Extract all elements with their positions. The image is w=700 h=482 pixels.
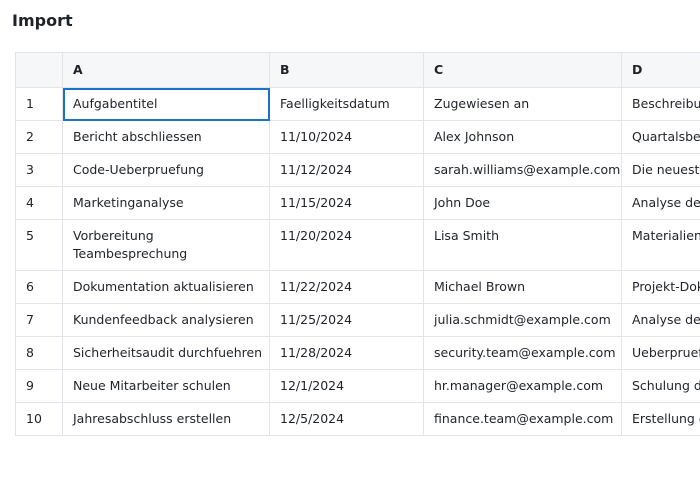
cell[interactable]: Kundenfeedback analysieren (63, 304, 270, 337)
cell[interactable]: 11/25/2024 (270, 304, 424, 337)
table-row: 8 Sicherheitsaudit durchfuehren 11/28/20… (16, 337, 700, 370)
cell[interactable]: Projekt-Dok (622, 271, 700, 304)
cell[interactable]: Dokumentation aktualisieren (63, 271, 270, 304)
cell[interactable]: 12/5/2024 (270, 403, 424, 436)
cell[interactable]: Erstellung d (622, 403, 700, 436)
row-number[interactable]: 3 (16, 154, 63, 187)
table-row: 6 Dokumentation aktualisieren 11/22/2024… (16, 271, 700, 304)
cell[interactable]: Jahresabschluss erstellen (63, 403, 270, 436)
cell[interactable]: hr.manager@example.com (424, 370, 622, 403)
corner-cell[interactable] (16, 53, 63, 88)
column-header-row: A B C D (16, 53, 700, 88)
cell[interactable]: Schulung d (622, 370, 700, 403)
cell[interactable]: Beschreibung (622, 88, 700, 121)
row-number[interactable]: 8 (16, 337, 63, 370)
cell[interactable]: Analyse der (622, 187, 700, 220)
cell[interactable]: Analyse der Produkten. (622, 304, 700, 337)
cell[interactable]: Ueberpruefung Sicherheits (622, 337, 700, 370)
cell[interactable]: Code-Ueberpruefung (63, 154, 270, 187)
cell[interactable]: 11/12/2024 (270, 154, 424, 187)
cell[interactable]: Faelligkeitsdatum (270, 88, 424, 121)
spreadsheet-grid[interactable]: A B C D 1 Aufgabentitel Faelligkeitsdatu… (15, 52, 700, 482)
cell[interactable]: John Doe (424, 187, 622, 220)
cell-a1[interactable]: Aufgabentitel (63, 88, 270, 121)
cell[interactable]: 11/28/2024 (270, 337, 424, 370)
cell[interactable]: sarah.williams@example.com (424, 154, 622, 187)
cell[interactable]: Michael Brown (424, 271, 622, 304)
cell[interactable]: Sicherheitsaudit durchfuehren (63, 337, 270, 370)
row-number[interactable]: 6 (16, 271, 63, 304)
cell[interactable]: julia.schmidt@example.com (424, 304, 622, 337)
cell[interactable]: 11/22/2024 (270, 271, 424, 304)
cell[interactable]: finance.team@example.com (424, 403, 622, 436)
table-row: 3 Code-Ueberpruefung 11/12/2024 sarah.wi… (16, 154, 700, 187)
column-header-c[interactable]: C (424, 53, 622, 88)
cell[interactable]: security.team@example.com (424, 337, 622, 370)
cell[interactable]: Bericht abschliessen (63, 121, 270, 154)
cell[interactable]: Materialien (622, 220, 700, 271)
row-number[interactable]: 10 (16, 403, 63, 436)
cell[interactable]: Alex Johnson (424, 121, 622, 154)
cell[interactable]: 11/20/2024 (270, 220, 424, 271)
row-number[interactable]: 4 (16, 187, 63, 220)
table-row: 2 Bericht abschliessen 11/10/2024 Alex J… (16, 121, 700, 154)
column-header-b[interactable]: B (270, 53, 424, 88)
table-row: 4 Marketinganalyse 11/15/2024 John Doe A… (16, 187, 700, 220)
cell[interactable]: 11/15/2024 (270, 187, 424, 220)
cell[interactable]: Neue Mitarbeiter schulen (63, 370, 270, 403)
row-number[interactable]: 5 (16, 220, 63, 271)
row-number[interactable]: 1 (16, 88, 63, 121)
cell[interactable]: Die neuesten (622, 154, 700, 187)
table-row: 5 Vorbereitung Teambesprechung 11/20/202… (16, 220, 700, 271)
row-number[interactable]: 7 (16, 304, 63, 337)
page-title: Import (12, 11, 73, 30)
cell[interactable]: Quartalsbericht (622, 121, 700, 154)
cell[interactable]: 12/1/2024 (270, 370, 424, 403)
row-number[interactable]: 2 (16, 121, 63, 154)
table-row: 7 Kundenfeedback analysieren 11/25/2024 … (16, 304, 700, 337)
column-header-a[interactable]: A (63, 53, 270, 88)
table-row: 9 Neue Mitarbeiter schulen 12/1/2024 hr.… (16, 370, 700, 403)
data-table: A B C D 1 Aufgabentitel Faelligkeitsdatu… (15, 52, 700, 436)
column-header-d[interactable]: D (622, 53, 700, 88)
table-row: 1 Aufgabentitel Faelligkeitsdatum Zugewi… (16, 88, 700, 121)
table-row: 10 Jahresabschluss erstellen 12/5/2024 f… (16, 403, 700, 436)
cell[interactable]: 11/10/2024 (270, 121, 424, 154)
cell[interactable]: Zugewiesen an (424, 88, 622, 121)
cell[interactable]: Lisa Smith (424, 220, 622, 271)
cell[interactable]: Vorbereitung Teambesprechung (63, 220, 270, 271)
cell[interactable]: Marketinganalyse (63, 187, 270, 220)
row-number[interactable]: 9 (16, 370, 63, 403)
